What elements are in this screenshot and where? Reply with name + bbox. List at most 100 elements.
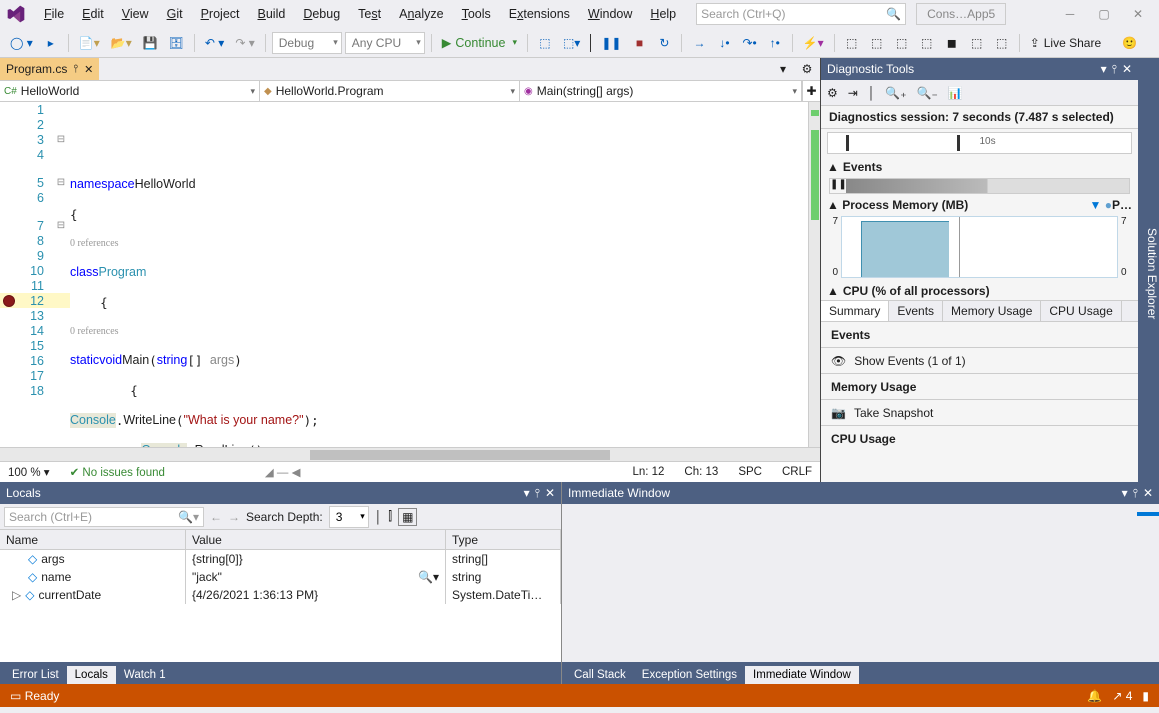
menu-extensions[interactable]: Extensions [501,3,578,25]
open-button[interactable]: 📂▾ [107,32,136,54]
config-combo[interactable]: Debug [272,32,342,54]
close-tab-icon[interactable]: ✕ [84,63,93,76]
step-out[interactable]: ↑• [764,32,786,54]
show-events-link[interactable]: 👁Show Events (1 of 1) [821,348,1138,374]
nav-back-button[interactable]: ◯ ▾ [6,32,37,54]
zoom-in-icon[interactable]: 🔍₊ [885,86,906,100]
close-icon[interactable]: ✕ [1143,486,1153,501]
pause-button[interactable]: ❚❚ [597,32,625,54]
split-button[interactable]: ✚ [802,81,820,101]
menu-window[interactable]: Window [580,3,640,25]
visualizer-icon[interactable]: 🔍▾ [418,570,439,584]
events-track[interactable]: ❚❚ [829,178,1130,194]
live-share-button[interactable]: ⇪Live Share [1026,32,1105,54]
nav-next[interactable]: → [228,510,240,524]
tab-error-list[interactable]: Error List [4,666,67,684]
zoom-out-icon[interactable]: 🔍₋ [917,86,938,100]
tab-locals[interactable]: Locals [67,666,116,684]
new-item-button[interactable]: 📄▾ [75,32,104,54]
step-into[interactable]: ↓• [713,32,735,54]
step-button-1[interactable]: ⬚ [534,32,556,54]
gear-icon[interactable]: ⚙ [827,86,838,100]
continue-button[interactable]: ▶ Continue▾ [438,32,521,54]
col-header-name[interactable]: Name [0,530,186,549]
pin-icon[interactable]: ⫯ [1133,486,1138,501]
tb-e[interactable]: ◼ [941,32,963,54]
tb-g[interactable]: ⬚ [991,32,1013,54]
tb-f[interactable]: ⬚ [966,32,988,54]
step-button-2[interactable]: ⬚▾ [559,32,584,54]
nav-project[interactable]: C#HelloWorld [0,81,260,101]
timeline[interactable]: 10s [827,132,1132,154]
undo-button[interactable]: ↶ ▾ [201,32,228,54]
table-row[interactable]: ◇args {string[0]} string[] [0,550,561,568]
tab-immediate-window[interactable]: Immediate Window [745,666,859,684]
close-icon[interactable]: ✕ [1122,62,1132,77]
tab-events[interactable]: Events [889,301,943,321]
stop-button[interactable]: ■ [628,32,650,54]
pin-icon[interactable]: ⫯ [73,63,78,76]
menu-help[interactable]: Help [642,3,684,25]
zoom-combo[interactable]: 100 % ▾ [8,465,50,479]
platform-combo[interactable]: Any CPU [345,32,425,54]
grid-icon[interactable]: ▦ [398,508,417,526]
menu-build[interactable]: Build [250,3,294,25]
tab-memory-usage[interactable]: Memory Usage [943,301,1041,321]
expand-icon[interactable]: ▷ [12,588,21,602]
menu-view[interactable]: View [114,3,157,25]
tab-gear-icon[interactable]: ⚙ [796,58,818,80]
menu-test[interactable]: Test [350,3,389,25]
tb-b[interactable]: ⬚ [866,32,888,54]
select-tool-icon[interactable]: ⇥ [848,86,858,100]
redo-button[interactable]: ↷ ▾ [231,32,258,54]
tb-d[interactable]: ⬚ [916,32,938,54]
save-button[interactable]: 💾 [139,32,162,54]
col-header-type[interactable]: Type [446,530,561,549]
col-header-value[interactable]: Value [186,530,446,549]
nav-class[interactable]: ◆HelloWorld.Program [260,81,520,101]
show-next-statement[interactable]: → [688,32,710,54]
dropdown-icon[interactable]: ▾ [1122,486,1128,501]
horizontal-scrollbar[interactable] [0,447,820,461]
filter-icon[interactable]: ⫿ [388,509,392,524]
menu-git[interactable]: Git [159,3,191,25]
nav-fwd-button[interactable]: ▸ [40,32,62,54]
tab-summary[interactable]: Summary [821,301,889,321]
close-button[interactable]: ✕ [1121,3,1155,25]
restart-button[interactable]: ↻ [653,32,675,54]
table-row[interactable]: ◇name "jack"🔍▾ string [0,568,561,586]
tab-call-stack[interactable]: Call Stack [566,666,634,684]
publish-icon[interactable]: ▮ [1142,689,1149,703]
menu-project[interactable]: Project [193,3,248,25]
tab-program-cs[interactable]: Program.cs ⫯ ✕ [0,58,99,80]
reset-zoom-icon[interactable]: 📊 [948,86,963,100]
tab-dropdown[interactable]: ▾ [772,58,794,80]
memory-chart[interactable]: 70 70 [829,216,1130,278]
breakpoint-icon[interactable] [3,295,15,307]
menu-tools[interactable]: Tools [454,3,499,25]
minimize-button[interactable]: ─ [1053,3,1087,25]
immediate-content[interactable] [562,504,1159,662]
depth-combo[interactable]: 3 [329,506,369,528]
tab-exception-settings[interactable]: Exception Settings [634,666,745,684]
dropdown-icon[interactable]: ▾ [1101,62,1107,77]
take-snapshot-button[interactable]: 📷Take Snapshot [821,400,1138,426]
menu-file[interactable]: File [36,3,72,25]
quick-launch-search[interactable]: Search (Ctrl+Q)🔍 [696,3,906,25]
close-icon[interactable]: ✕ [545,486,555,501]
menu-debug[interactable]: Debug [295,3,348,25]
tab-cpu-usage[interactable]: CPU Usage [1041,301,1121,321]
source-control-icon[interactable]: ↗ 4 [1112,689,1132,703]
dropdown-icon[interactable]: ▾ [524,486,530,501]
overview-ruler[interactable] [808,102,820,447]
save-all-button[interactable]: 🗄 [165,32,188,54]
tb-a[interactable]: ⬚ [841,32,863,54]
tb-c[interactable]: ⬚ [891,32,913,54]
pin-icon[interactable]: ⫯ [1112,62,1117,77]
solution-explorer-tab[interactable]: Solution Explorer [1138,58,1159,482]
code-editor[interactable]: 1 2 3⊟ 4 5⊟ 6 7⊟ 8 9 10 11 12 13 14 15 1… [0,102,820,447]
menu-analyze[interactable]: Analyze [391,3,451,25]
pin-icon[interactable]: ⫯ [535,486,540,501]
step-over[interactable]: ↷• [738,32,760,54]
tab-watch-1[interactable]: Watch 1 [116,666,174,684]
